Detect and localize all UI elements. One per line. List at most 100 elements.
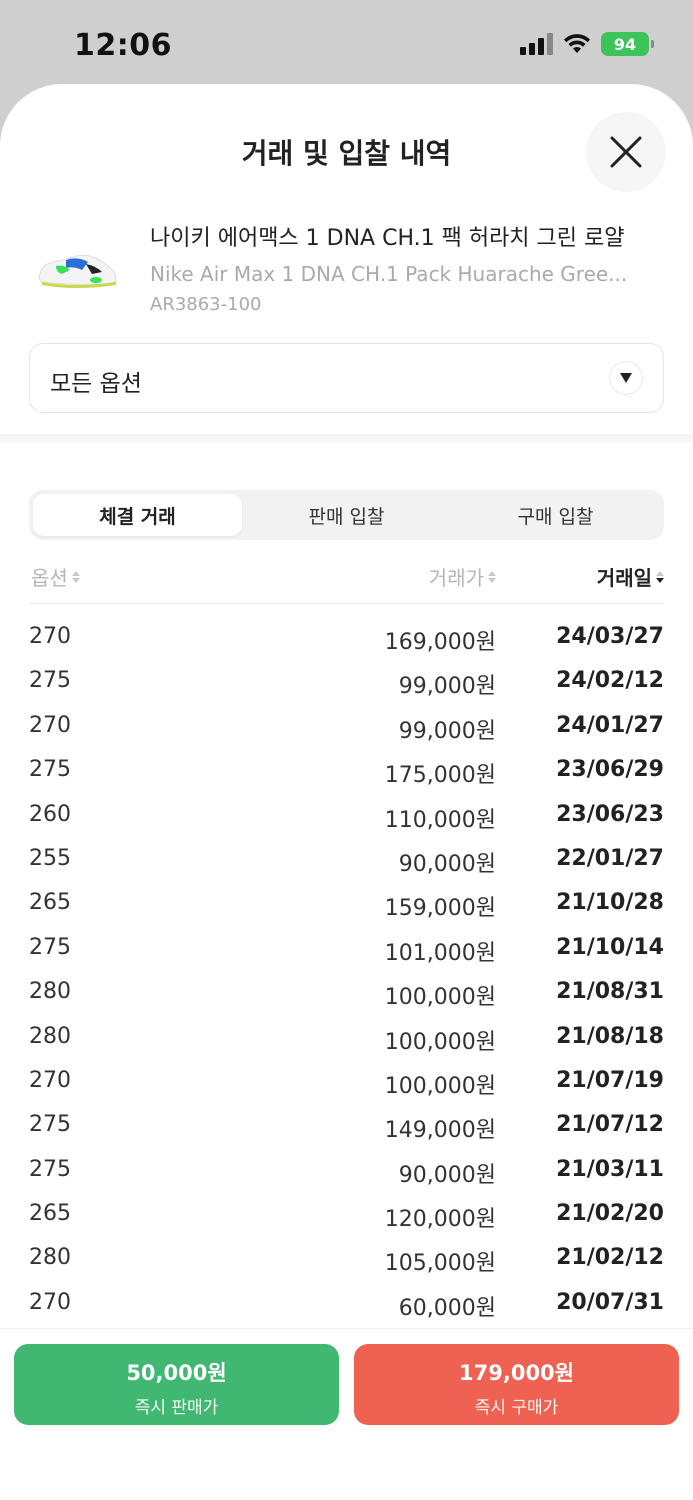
table-row: 280 100,000원 21/08/31 xyxy=(29,969,664,1013)
row-price: 149,000원 xyxy=(384,1118,496,1144)
row-option: 280 xyxy=(29,1023,71,1049)
trade-list: 270 169,000원 24/03/27 275 99,000원 24/02/… xyxy=(29,614,664,1324)
row-option: 275 xyxy=(29,1156,71,1182)
bottom-action-bar: 50,000원 즉시 판매가 179,000원 즉시 구매가 xyxy=(0,1328,693,1500)
product-summary: 나이키 에어맥스 1 DNA CH.1 팩 허라치 그린 로얄 Nike Air… xyxy=(30,214,670,315)
row-price: 90,000원 xyxy=(398,1162,496,1188)
row-option: 275 xyxy=(29,934,71,960)
row-option: 275 xyxy=(29,668,71,694)
row-date: 21/08/31 xyxy=(556,979,664,1005)
row-date: 23/06/29 xyxy=(556,757,664,783)
row-date: 21/03/11 xyxy=(556,1156,664,1182)
product-image xyxy=(38,254,117,288)
instant-buy-button[interactable]: 179,000원 즉시 구매가 xyxy=(354,1344,679,1425)
column-header-date[interactable]: 거래일 xyxy=(597,562,664,591)
row-option: 270 xyxy=(29,1067,71,1093)
table-row: 275 90,000원 21/03/11 xyxy=(29,1147,664,1191)
row-date: 21/10/14 xyxy=(556,934,664,960)
battery-level: 94 xyxy=(613,34,637,54)
table-row: 270 60,000원 20/07/31 xyxy=(29,1280,664,1324)
row-option: 270 xyxy=(29,712,71,738)
option-select[interactable]: 모든 옵션 xyxy=(29,343,664,413)
row-date: 24/01/27 xyxy=(556,712,664,738)
row-date: 21/02/12 xyxy=(556,1245,664,1271)
column-header-price[interactable]: 거래가 xyxy=(429,562,496,591)
close-button[interactable] xyxy=(586,112,666,192)
column-header-option[interactable]: 옵션 xyxy=(31,562,80,591)
row-price: 100,000원 xyxy=(384,1073,496,1099)
dropdown-caret-icon xyxy=(609,361,643,395)
row-date: 21/07/19 xyxy=(556,1067,664,1093)
row-option: 270 xyxy=(29,624,71,649)
row-date: 21/07/12 xyxy=(556,1112,664,1138)
table-row: 280 105,000원 21/02/12 xyxy=(29,1235,664,1279)
table-row: 280 100,000원 21/08/18 xyxy=(29,1014,664,1058)
status-bar: 12:06 94 xyxy=(0,0,693,84)
sort-icon xyxy=(71,570,80,583)
tab-sell-bids[interactable]: 판매 입찰 xyxy=(242,494,451,536)
row-option: 255 xyxy=(29,845,71,871)
product-code: AR3863-100 xyxy=(150,294,262,315)
row-price: 159,000원 xyxy=(384,896,496,922)
row-date: 21/10/28 xyxy=(556,890,664,916)
table-row: 265 120,000원 21/02/20 xyxy=(29,1191,664,1235)
instant-sell-price: 50,000원 xyxy=(126,1361,227,1385)
signal-icon xyxy=(520,33,553,55)
tab-buy-bids[interactable]: 구매 입찰 xyxy=(451,494,660,536)
row-option: 270 xyxy=(29,1289,71,1315)
table-row: 275 99,000원 24/02/12 xyxy=(29,658,664,702)
section-divider xyxy=(0,434,693,442)
row-price: 60,000원 xyxy=(398,1295,496,1321)
column-header-price-label: 거래가 xyxy=(428,566,484,590)
sort-icon xyxy=(488,570,496,583)
table-row: 270 100,000원 21/07/19 xyxy=(29,1058,664,1102)
row-date: 24/03/27 xyxy=(556,624,664,649)
close-icon xyxy=(610,136,642,168)
row-option: 280 xyxy=(29,979,71,1005)
product-name-ko: 나이키 에어맥스 1 DNA CH.1 팩 허라치 그린 로얄 xyxy=(150,226,625,251)
row-date: 21/02/20 xyxy=(556,1201,664,1227)
instant-sell-button[interactable]: 50,000원 즉시 판매가 xyxy=(14,1344,339,1425)
row-date: 20/07/31 xyxy=(556,1289,664,1315)
instant-buy-label: 즉시 구매가 xyxy=(474,1398,559,1418)
row-price: 99,000원 xyxy=(398,718,496,744)
instant-sell-label: 즉시 판매가 xyxy=(134,1398,219,1418)
trade-history-sheet: 거래 및 입찰 내역 나이키 에어맥스 1 DNA CH.1 팩 허라치 그린 … xyxy=(0,84,693,1500)
row-price: 110,000원 xyxy=(384,807,496,833)
row-option: 280 xyxy=(29,1245,71,1271)
row-option: 265 xyxy=(29,1201,71,1227)
row-option: 275 xyxy=(29,1112,71,1138)
row-price: 120,000원 xyxy=(384,1207,496,1233)
instant-buy-price: 179,000원 xyxy=(459,1361,574,1385)
history-tabs: 체결 거래 판매 입찰 구매 입찰 xyxy=(29,490,664,540)
row-price: 100,000원 xyxy=(384,985,496,1011)
table-row: 270 99,000원 24/01/27 xyxy=(29,703,664,747)
table-row: 255 90,000원 22/01/27 xyxy=(29,836,664,880)
row-option: 260 xyxy=(29,801,71,827)
row-price: 101,000원 xyxy=(384,940,496,966)
row-price: 105,000원 xyxy=(384,1251,496,1277)
row-option: 265 xyxy=(29,890,71,916)
wifi-icon xyxy=(564,34,590,53)
table-row: 260 110,000원 23/06/23 xyxy=(29,792,664,836)
product-name-en: Nike Air Max 1 DNA CH.1 Pack Huarache Gr… xyxy=(150,262,628,286)
option-select-label: 모든 옵션 xyxy=(50,371,142,397)
sort-desc-icon xyxy=(656,570,664,583)
row-date: 23/06/23 xyxy=(556,801,664,827)
row-price: 99,000원 xyxy=(398,674,496,700)
row-date: 22/01/27 xyxy=(556,845,664,871)
row-price: 169,000원 xyxy=(384,630,496,655)
table-row: 275 175,000원 23/06/29 xyxy=(29,747,664,791)
table-row: 275 149,000원 21/07/12 xyxy=(29,1102,664,1146)
row-option: 275 xyxy=(29,757,71,783)
row-date: 24/02/12 xyxy=(556,668,664,694)
column-header-date-label: 거래일 xyxy=(596,566,652,590)
row-date: 21/08/18 xyxy=(556,1023,664,1049)
tab-completed-trades[interactable]: 체결 거래 xyxy=(33,494,242,536)
row-price: 90,000원 xyxy=(398,851,496,877)
table-header: 옵션 거래가 거래일 xyxy=(29,554,664,604)
column-header-option-label: 옵션 xyxy=(31,566,68,590)
table-row: 270 169,000원 24/03/27 xyxy=(29,614,664,658)
table-row: 265 159,000원 21/10/28 xyxy=(29,880,664,924)
status-icons: 94 xyxy=(520,32,654,56)
